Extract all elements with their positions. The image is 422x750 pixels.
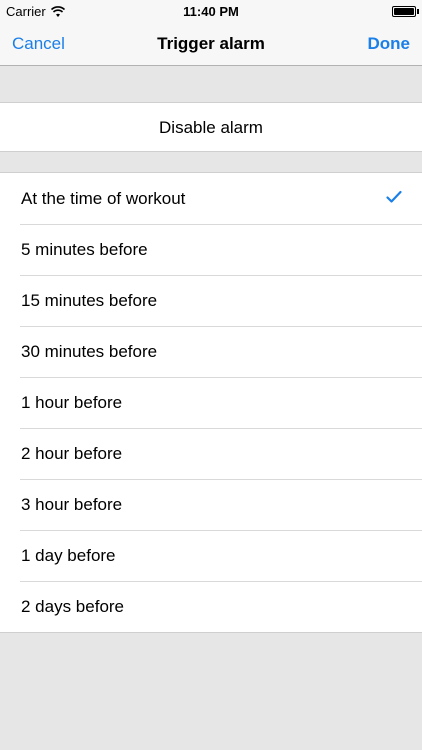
option-label: 15 minutes before [21,291,158,310]
battery-fill [394,8,414,15]
option-label: 30 minutes before [21,342,158,361]
option-row-1-hour[interactable]: 1 hour before [0,377,422,428]
option-row-2-days[interactable]: 2 days before [0,581,422,632]
navigation-bar: Cancel Trigger alarm Done [0,22,422,66]
status-bar: Carrier 11:40 PM [0,0,422,22]
option-label: 5 minutes before [21,240,148,259]
option-label: 2 hour before [21,444,123,463]
option-label: 1 day before [21,546,116,565]
option-label: 2 days before [21,597,125,616]
done-button[interactable]: Done [368,34,411,54]
option-row-3-hour[interactable]: 3 hour before [0,479,422,530]
battery-icon [392,6,416,17]
option-label: At the time of workout [21,189,186,208]
page-title: Trigger alarm [157,34,265,53]
option-row-30-minutes[interactable]: 30 minutes before [0,326,422,377]
option-row-2-hour[interactable]: 2 hour before [0,428,422,479]
option-label: 1 hour before [21,393,123,412]
disable-alarm-row[interactable]: Disable alarm [0,102,422,152]
battery-tip [417,9,419,14]
option-row-1-day[interactable]: 1 day before [0,530,422,581]
option-label: 3 hour before [21,495,123,514]
option-row-15-minutes[interactable]: 15 minutes before [0,275,422,326]
alarm-options-list: At the time of workout 5 minutes before … [0,172,422,633]
option-row-at-time[interactable]: At the time of workout [0,173,422,224]
checkmark-icon [386,190,402,203]
disable-alarm-label: Disable alarm [159,118,263,137]
option-row-5-minutes[interactable]: 5 minutes before [0,224,422,275]
status-time: 11:40 PM [183,4,239,19]
